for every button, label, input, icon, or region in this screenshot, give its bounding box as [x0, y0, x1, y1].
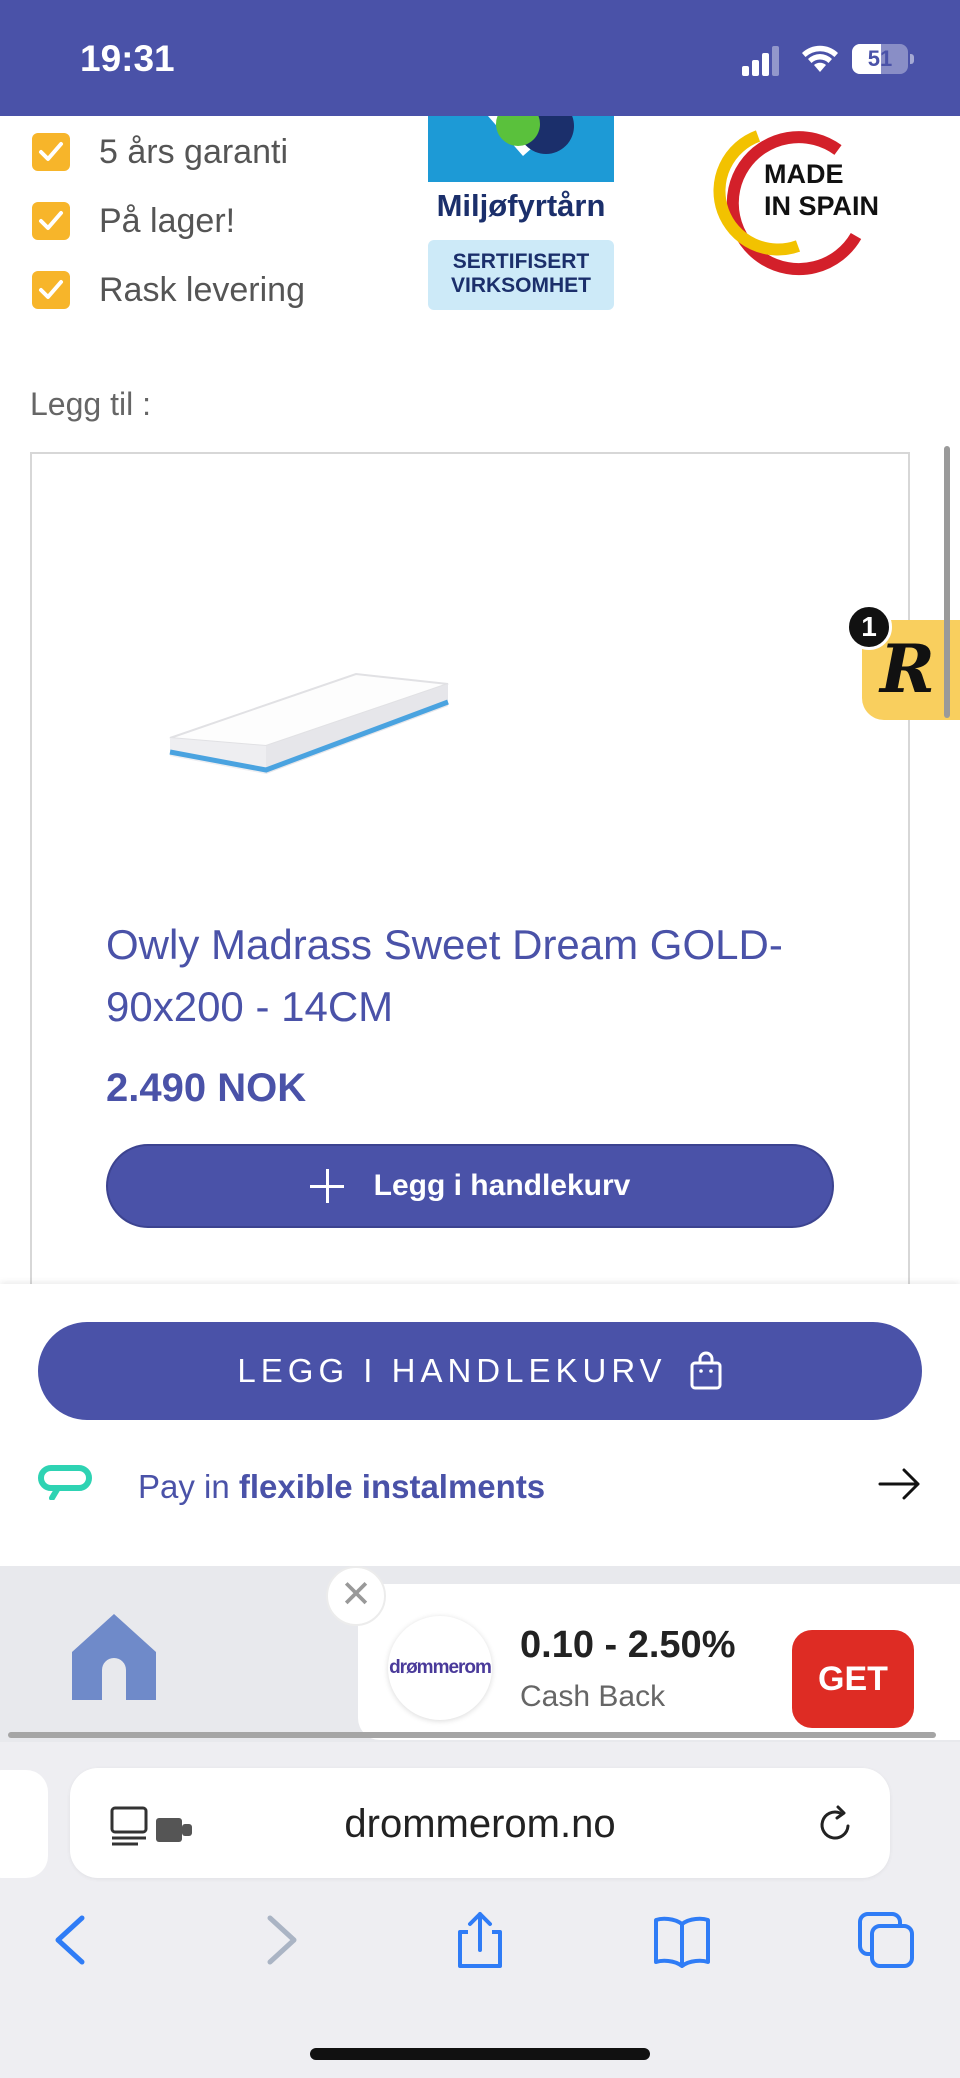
battery-level: 51 [867, 46, 893, 71]
reload-icon[interactable] [814, 1804, 856, 1846]
product-card[interactable]: Owly Madrass Sweet Dream GOLD-90x200 - 1… [30, 452, 910, 1352]
status-time: 19:31 [80, 38, 175, 79]
product-image[interactable] [136, 634, 456, 834]
cashback-rate: 0.10 - 2.50% [520, 1624, 736, 1666]
addon-label: Legg til : [30, 386, 151, 422]
wifi-icon [802, 45, 838, 72]
feature-label: 5 års garanti [99, 132, 288, 171]
feature-item: Rask levering [32, 270, 305, 310]
cellular-signal-icon [742, 46, 779, 76]
sticky-purchase-bar: LEGG I HANDLEKURV Pay in flexible instal… [0, 1284, 960, 1566]
plus-icon [309, 1169, 344, 1203]
rewards-logo: R [880, 630, 935, 708]
main-add-to-cart-label: LEGG I HANDLEKURV [237, 1352, 667, 1389]
url-text: drommerom.no [344, 1802, 616, 1846]
add-to-cart-label: Legg i handlekurv [373, 1169, 631, 1202]
shopping-bag-icon [690, 1351, 722, 1390]
certification-line: VIRKSOMHET [450, 274, 591, 297]
product-price: 2.490 NOK [106, 1066, 307, 1110]
add-to-cart-button[interactable]: Legg i handlekurv [106, 1144, 834, 1228]
certification-line: SERTIFISERT [452, 250, 590, 273]
feature-item: På lager! [32, 201, 235, 241]
checkbox-checked-icon [32, 202, 70, 240]
installments-row[interactable]: Pay in flexible instalments [0, 1454, 960, 1524]
feature-label: På lager! [99, 201, 236, 240]
back-icon[interactable] [42, 1910, 102, 1970]
bookmarks-icon[interactable] [652, 1910, 712, 1970]
forward-icon[interactable] [250, 1910, 310, 1970]
store-logo: drømmerom [388, 1616, 492, 1720]
strip-divider [8, 1732, 936, 1738]
checkbox-checked-icon [32, 271, 70, 309]
miljofyrtarn-badge: Miljøfyrtårn SERTIFISERT VIRKSOMHET [428, 116, 614, 312]
notification-badge: 1 [846, 604, 892, 650]
get-cashback-button[interactable]: GET [792, 1630, 914, 1728]
cashback-strip: drømmerom 0.10 - 2.50% Cash Back GET ✕ [0, 1566, 960, 1742]
address-bar[interactable]: drommerom.no [70, 1768, 890, 1878]
installments-logo-icon [38, 1465, 92, 1500]
made-in-spain-badge: MADE IN SPAIN [688, 116, 894, 280]
scrollbar[interactable] [944, 446, 950, 718]
battery-icon: 51 [852, 44, 914, 74]
cashback-card[interactable]: drømmerom 0.10 - 2.50% Cash Back GET [358, 1584, 960, 1740]
spain-line: IN SPAIN [764, 191, 880, 221]
cashback-label: Cash Back [520, 1680, 666, 1713]
feature-label: Rask levering [99, 270, 305, 309]
product-title[interactable]: Owly Madrass Sweet Dream GOLD-90x200 - 1… [106, 914, 846, 1038]
store-logo-text: drømmerom [389, 1657, 492, 1678]
browser-toolbar: drommerom.no [0, 1742, 960, 2078]
feature-item: 5 års garanti [32, 132, 288, 172]
share-icon[interactable] [450, 1910, 510, 1970]
installments-text: Pay in flexible instalments [138, 1468, 546, 1505]
main-add-to-cart-button[interactable]: LEGG I HANDLEKURV [38, 1322, 922, 1420]
arrow-right-icon[interactable] [876, 1464, 924, 1504]
previous-tab-preview[interactable] [0, 1770, 48, 1878]
status-bar: 19:31 51 [0, 0, 960, 116]
checkbox-checked-icon [32, 133, 70, 171]
miljofyrtarn-logo [428, 116, 614, 182]
tabs-icon[interactable] [856, 1910, 916, 1970]
spain-line: MADE [764, 159, 844, 189]
home-indicator[interactable] [310, 2048, 650, 2060]
certification-label: SERTIFISERT VIRKSOMHET [428, 240, 614, 310]
home-icon[interactable] [70, 1612, 158, 1700]
miljofyrtarn-name: Miljøfyrtårn [436, 188, 606, 223]
close-icon[interactable]: ✕ [326, 1566, 386, 1626]
